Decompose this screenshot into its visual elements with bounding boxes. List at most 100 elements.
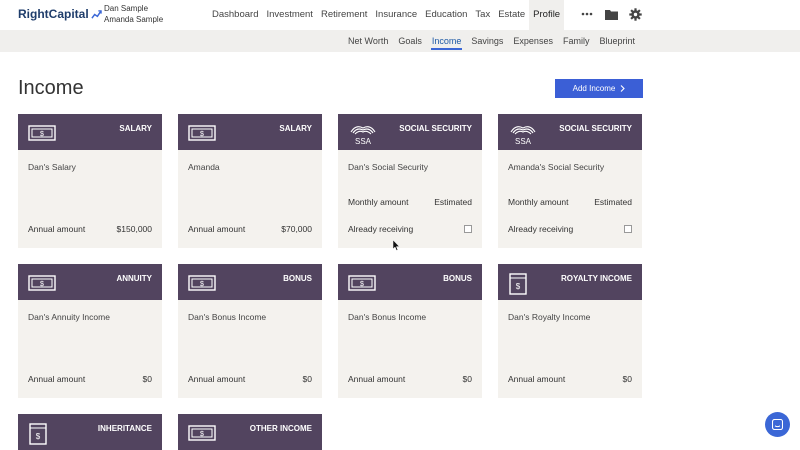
income-card[interactable]: $ BONUS Dan's Bonus Income Annual amount $0: [338, 264, 482, 398]
card-header: $ SALARY: [18, 114, 162, 150]
income-card[interactable]: SSA SOCIAL SECURITY Dan's Social Security M…: [338, 114, 482, 248]
sub-nav-bar: Net Worth Goals Income Savings Expenses …: [0, 30, 800, 52]
nav-dashboard[interactable]: Dashboard: [208, 0, 262, 30]
tab-expenses[interactable]: Expenses: [508, 30, 558, 52]
user-primary: Dan Sample: [104, 4, 149, 13]
card-income-name: Amanda: [188, 162, 220, 172]
card-header: $ ANNUITY: [18, 264, 162, 300]
card-type-label: BONUS: [283, 274, 312, 283]
card-row-value: $0: [302, 374, 312, 384]
more-icon[interactable]: [580, 7, 594, 21]
user-names[interactable]: Dan Sample Amanda Sample: [104, 3, 163, 25]
svg-text:$: $: [360, 281, 364, 288]
card-row: Already receiving: [348, 224, 472, 234]
card-row: Annual amount $150,000: [28, 224, 152, 234]
card-row-label: Annual amount: [188, 224, 246, 234]
card-type-label: BONUS: [443, 274, 472, 283]
money-icon: $: [28, 273, 56, 293]
income-card[interactable]: $ ANNUITY Dan's Annuity Income Annual amoun…: [18, 264, 162, 398]
card-row: Annual amount $70,000: [188, 224, 312, 234]
card-income-name: Dan's Royalty Income: [508, 312, 591, 322]
tab-blueprint[interactable]: Blueprint: [594, 30, 640, 52]
money-icon: $: [188, 123, 216, 143]
income-card[interactable]: $ BONUS Dan's Bonus Income Annual amount $0: [178, 264, 322, 398]
card-row: Annual amount $0: [188, 374, 312, 384]
card-row-label: Already receiving: [348, 224, 414, 234]
nav-education[interactable]: Education: [421, 0, 471, 30]
user-secondary: Amanda Sample: [104, 15, 164, 24]
chat-icon: [772, 419, 783, 430]
card-income-name: Dan's Salary: [28, 162, 76, 172]
nav-estate[interactable]: Estate: [494, 0, 529, 30]
card-row-label: Annual amount: [348, 374, 406, 384]
logo-text: RightCapital: [18, 7, 89, 21]
chevron-right-icon: [620, 85, 626, 92]
svg-text:SSA: SSA: [355, 137, 372, 145]
card-header: $ BONUS: [338, 264, 482, 300]
card-header: $ OTHER INCOME: [178, 414, 322, 450]
svg-text:SSA: SSA: [515, 137, 532, 145]
nav-profile[interactable]: Profile: [529, 0, 565, 30]
svg-text:$: $: [200, 431, 204, 438]
card-row-value: $70,000: [281, 224, 312, 234]
already-receiving-checkbox[interactable]: [624, 225, 632, 233]
income-card[interactable]: $ SALARY Amanda Annual amount $70,000: [178, 114, 322, 248]
already-receiving-checkbox[interactable]: [464, 225, 472, 233]
card-row-value: $0: [462, 374, 472, 384]
document-money-icon: $: [28, 423, 56, 445]
card-row: Annual amount $0: [28, 374, 152, 384]
tab-savings[interactable]: Savings: [466, 30, 508, 52]
card-income-name: Dan's Bonus Income: [348, 312, 427, 322]
income-card[interactable]: SSA SOCIAL SECURITY Amanda's Social Securi…: [498, 114, 642, 248]
income-card[interactable]: $ OTHER INCOME: [178, 414, 322, 450]
card-type-label: SALARY: [279, 124, 312, 133]
card-row-label: Annual amount: [508, 374, 566, 384]
nav-tax[interactable]: Tax: [471, 0, 494, 30]
money-icon: $: [28, 123, 56, 143]
nav-insurance[interactable]: Insurance: [371, 0, 421, 30]
card-row-value: Estimated: [594, 197, 632, 207]
income-card[interactable]: $ SALARY Dan's Salary Annual amount $150,000: [18, 114, 162, 248]
card-row: Annual amount $0: [348, 374, 472, 384]
tab-family[interactable]: Family: [558, 30, 595, 52]
nav-retirement[interactable]: Retirement: [317, 0, 371, 30]
card-row: Monthly amount Estimated: [508, 197, 632, 207]
card-header: $ ROYALTY INCOME: [498, 264, 642, 300]
chat-button[interactable]: [765, 412, 790, 437]
card-row: Already receiving: [508, 224, 632, 234]
svg-text:$: $: [200, 281, 204, 288]
mouse-cursor-icon: [393, 240, 400, 251]
gear-icon[interactable]: [628, 7, 642, 21]
document-money-icon: $: [508, 273, 536, 295]
card-row-label: Annual amount: [28, 374, 86, 384]
ssa-icon: SSA: [348, 123, 376, 146]
card-row-label: Annual amount: [188, 374, 246, 384]
income-card[interactable]: $ ROYALTY INCOME Dan's Royalty Income Annua…: [498, 264, 642, 398]
card-type-label: ANNUITY: [116, 274, 152, 283]
card-type-label: SALARY: [119, 124, 152, 133]
tab-income[interactable]: Income: [427, 30, 467, 52]
folder-icon[interactable]: [604, 7, 618, 21]
add-income-button[interactable]: Add Income: [555, 79, 643, 98]
card-income-name: Dan's Social Security: [348, 162, 429, 172]
logo[interactable]: RightCapital: [18, 7, 102, 21]
card-type-label: SOCIAL SECURITY: [559, 124, 632, 133]
tab-goals[interactable]: Goals: [393, 30, 427, 52]
card-row-label: Annual amount: [28, 224, 86, 234]
card-row-value: $0: [142, 374, 152, 384]
card-header: $ BONUS: [178, 264, 322, 300]
svg-text:$: $: [200, 131, 204, 138]
tab-net-worth[interactable]: Net Worth: [343, 30, 393, 52]
money-icon: $: [188, 423, 216, 443]
top-icons: [580, 7, 642, 21]
money-icon: $: [348, 273, 376, 293]
page-title: Income: [18, 77, 84, 99]
card-header: SSA SOCIAL SECURITY: [498, 114, 642, 150]
income-card[interactable]: $ INHERITANCE: [18, 414, 162, 450]
nav-investment[interactable]: Investment: [262, 0, 316, 30]
card-header: $ INHERITANCE: [18, 414, 162, 450]
card-income-name: Amanda's Social Security: [508, 162, 605, 172]
card-row: Annual amount $0: [508, 374, 632, 384]
svg-text:$: $: [516, 282, 521, 291]
card-row-value: Estimated: [434, 197, 472, 207]
